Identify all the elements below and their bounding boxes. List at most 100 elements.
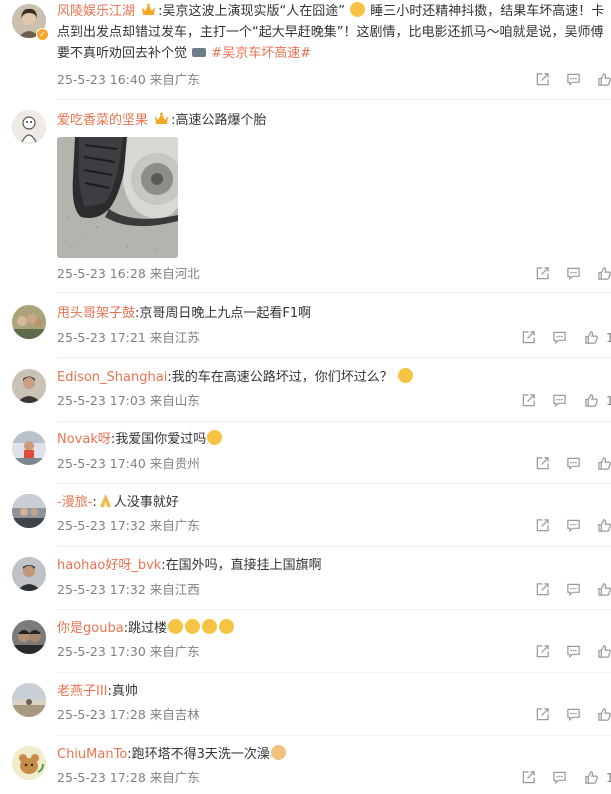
comment-icon[interactable] bbox=[566, 456, 581, 471]
share-icon[interactable] bbox=[521, 330, 536, 345]
comment-icon[interactable] bbox=[552, 330, 567, 345]
divider bbox=[57, 357, 611, 358]
avatar[interactable] bbox=[12, 431, 46, 465]
share-icon[interactable] bbox=[535, 707, 550, 722]
comment-location: 来自广东 bbox=[149, 770, 200, 785]
share-icon[interactable] bbox=[535, 72, 550, 87]
divider bbox=[57, 99, 611, 100]
like-icon[interactable] bbox=[584, 770, 599, 785]
share-icon[interactable] bbox=[535, 456, 550, 471]
divider bbox=[57, 483, 611, 484]
comment-location: 来自江苏 bbox=[149, 330, 200, 345]
share-icon[interactable] bbox=[535, 266, 550, 281]
comment-text: ChiuManTo:跑环塔不得3天洗一次澡 bbox=[57, 745, 609, 765]
share-icon[interactable] bbox=[521, 393, 536, 408]
comment-icon[interactable] bbox=[566, 707, 581, 722]
comment-text: 爱吃香菜的坚果 :高速公路爆个胎 bbox=[57, 111, 609, 131]
laugh-cry-emoji-icon bbox=[219, 619, 235, 634]
share-icon[interactable] bbox=[535, 644, 550, 659]
hashtag-link[interactable]: #吴京车坏高速# bbox=[211, 46, 311, 61]
comment-body: :吴京这波上演现实版“人在囧途” bbox=[158, 4, 346, 19]
comment-location: 来自广东 bbox=[149, 518, 200, 533]
comment-date: 25-5-23 17:21 bbox=[57, 330, 146, 345]
like-icon[interactable] bbox=[584, 330, 599, 345]
username[interactable]: 爱吃香菜的坚果 bbox=[57, 113, 148, 128]
comment-location: 来自广东 bbox=[149, 644, 200, 659]
divider bbox=[57, 421, 611, 422]
like-icon[interactable] bbox=[597, 518, 611, 533]
username[interactable]: 老燕子III bbox=[57, 684, 108, 699]
comment-icon[interactable] bbox=[566, 72, 581, 87]
laugh-cry-emoji-icon bbox=[168, 619, 184, 634]
comment-body: :京哥周日晚上九点一起看F1啊 bbox=[135, 306, 312, 321]
like-icon[interactable] bbox=[584, 393, 599, 408]
comment-icon[interactable] bbox=[566, 582, 581, 597]
avatar[interactable] bbox=[12, 557, 46, 591]
comment-meta: 25-5-23 17:03 来自山东 bbox=[57, 393, 200, 409]
comment-date: 25-5-23 16:28 bbox=[57, 266, 146, 281]
comment-icon[interactable] bbox=[566, 266, 581, 281]
username[interactable]: Novak呀 bbox=[57, 432, 111, 447]
divider bbox=[57, 546, 611, 547]
comment-text: Edison_Shanghai:我的车在高速公路坏过，你们坏过么？ bbox=[57, 368, 609, 388]
divider bbox=[57, 672, 611, 673]
username[interactable]: ChiuManTo bbox=[57, 747, 127, 762]
like-icon[interactable] bbox=[597, 72, 611, 87]
laugh-cry-emoji-icon bbox=[202, 619, 218, 634]
avatar[interactable] bbox=[12, 110, 46, 144]
like-icon[interactable] bbox=[597, 266, 611, 281]
comment-meta: 25-5-23 17:32 来自广东 bbox=[57, 518, 200, 534]
comment-icon[interactable] bbox=[566, 518, 581, 533]
username[interactable]: Edison_Shanghai bbox=[57, 370, 167, 385]
crown-badge-icon bbox=[142, 3, 156, 15]
doge-emoji-icon bbox=[270, 745, 286, 760]
verified-badge-icon: ✓ bbox=[36, 28, 49, 41]
comment-image[interactable] bbox=[57, 137, 178, 258]
comment-text: -漫旅-: 人没事就好 bbox=[57, 493, 609, 513]
comment-text: 你是gouba:跳过楼 bbox=[57, 619, 609, 639]
like-icon[interactable] bbox=[597, 456, 611, 471]
comment-date: 25-5-23 17:28 bbox=[57, 707, 146, 722]
like-icon[interactable] bbox=[597, 582, 611, 597]
comment-meta: 25-5-23 17:30 来自广东 bbox=[57, 644, 200, 660]
avatar[interactable] bbox=[12, 620, 46, 654]
username[interactable]: haohao好呀_bvk bbox=[57, 558, 161, 573]
username[interactable]: 甩头哥架子鼓 bbox=[57, 306, 135, 321]
avatar[interactable] bbox=[12, 305, 46, 339]
comment-text: 风陵娱乐江湖 :吴京这波上演现实版“人在囧途” 睡三小时还精神抖擞，结果车坏高速… bbox=[57, 1, 609, 64]
comment-icon[interactable] bbox=[552, 770, 567, 785]
thinking-emoji-icon bbox=[397, 368, 413, 383]
comment-meta: 25-5-23 16:28 来自河北 bbox=[57, 266, 200, 282]
comment-icon[interactable] bbox=[552, 393, 567, 408]
share-icon[interactable] bbox=[521, 770, 536, 785]
avatar[interactable] bbox=[12, 494, 46, 528]
comment-location: 来自贵州 bbox=[149, 456, 200, 471]
comment-body: :在国外吗，直接挂上国旗啊 bbox=[161, 558, 322, 573]
avatar[interactable] bbox=[12, 369, 46, 403]
comment-date: 25-5-23 17:28 bbox=[57, 770, 146, 785]
divider bbox=[57, 609, 611, 610]
comment-meta: 25-5-23 17:32 来自江西 bbox=[57, 582, 200, 598]
like-count: 1 bbox=[606, 331, 611, 345]
divider bbox=[57, 292, 611, 293]
share-icon[interactable] bbox=[535, 518, 550, 533]
share-icon[interactable] bbox=[535, 582, 550, 597]
comment-date: 25-5-23 17:32 bbox=[57, 518, 146, 533]
avatar[interactable] bbox=[12, 746, 46, 780]
username[interactable]: 你是gouba bbox=[57, 621, 124, 636]
comment-meta: 25-5-23 17:28 来自广东 bbox=[57, 770, 200, 786]
avatar[interactable] bbox=[12, 683, 46, 717]
comment-text: Novak呀:我爱国你爱过吗 bbox=[57, 430, 609, 450]
comment-icon[interactable] bbox=[566, 644, 581, 659]
comment-location: 来自吉林 bbox=[149, 707, 200, 722]
comment-meta: 25-5-23 17:40 来自贵州 bbox=[57, 456, 200, 472]
comment-meta: 25-5-23 17:21 来自江苏 bbox=[57, 330, 200, 346]
comment-text: 甩头哥架子鼓:京哥周日晚上九点一起看F1啊 bbox=[57, 304, 609, 324]
comment-body: : bbox=[92, 495, 97, 510]
username[interactable]: 风陵娱乐江湖 bbox=[57, 4, 135, 19]
username[interactable]: -漫旅- bbox=[57, 495, 92, 510]
like-icon[interactable] bbox=[597, 644, 611, 659]
comment-date: 25-5-23 17:03 bbox=[57, 393, 146, 408]
like-icon[interactable] bbox=[597, 707, 611, 722]
comment-body: :跳过楼 bbox=[123, 621, 168, 636]
